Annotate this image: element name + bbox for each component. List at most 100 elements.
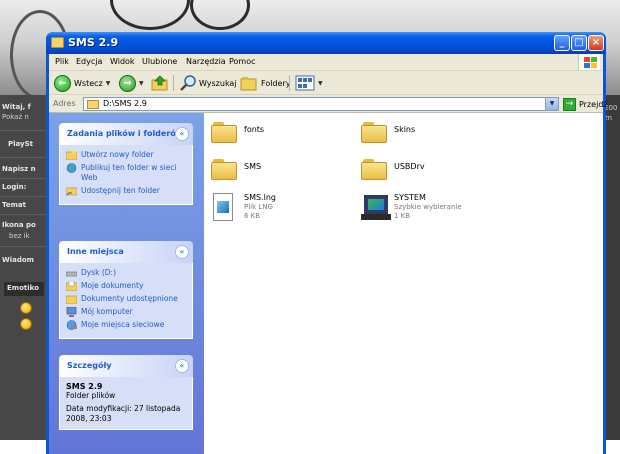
other-places-title: Inne miejsca: [67, 247, 124, 256]
back-arrow-icon: ←: [54, 74, 71, 92]
chevron-down-icon[interactable]: ▼: [545, 98, 558, 110]
address-input[interactable]: D:\SMS 2.9 ▼: [83, 97, 559, 111]
folder-icon: [211, 158, 237, 180]
title-bar[interactable]: SMS 2.9 _ □ ×: [46, 32, 606, 54]
chevron-down-icon[interactable]: ▼: [139, 80, 144, 87]
folder-item-sms[interactable]: SMS: [211, 156, 361, 192]
details-header[interactable]: Szczegóły «: [59, 355, 193, 377]
collapse-icon[interactable]: «: [175, 359, 189, 373]
folder-icon: [361, 158, 387, 180]
windows-logo-icon: [578, 54, 600, 70]
bg-text-playstation[interactable]: PlaySt: [0, 140, 46, 148]
menu-bar: Plik Edycja Widok Ulubione Narzędzia Pom…: [49, 54, 603, 71]
bg-text-write: Napisz n: [2, 165, 36, 173]
forward-button[interactable]: → ▼: [119, 74, 144, 92]
shared-folder-icon: [66, 295, 77, 304]
folder-icon: [361, 121, 387, 143]
details-name: SMS 2.9: [66, 382, 103, 391]
task-share-folder[interactable]: Udostępnij ten folder: [66, 186, 186, 196]
collapse-icon[interactable]: «: [175, 127, 189, 141]
menu-favorites[interactable]: Ulubione: [142, 57, 177, 66]
bg-text-icon: Ikona po: [2, 221, 36, 229]
file-name: SMS: [244, 162, 262, 171]
details-panel: Szczegóły « SMS 2.9 Folder plików Data m…: [59, 355, 193, 430]
folder-item-skins[interactable]: Skins: [361, 119, 511, 155]
bg-text-show: Pokaż n: [2, 113, 29, 121]
place-my-computer[interactable]: Mój komputer: [66, 307, 186, 317]
place-my-documents[interactable]: Moje dokumenty: [66, 281, 186, 291]
place-shared-documents[interactable]: Dokumenty udostępnione: [66, 294, 186, 304]
toolbar: ← Wstecz ▼ → ▼ Wyszukaj Foldery ▼: [49, 71, 603, 95]
folder-item-usbdrv[interactable]: USBDrv: [361, 156, 511, 192]
document-icon: [213, 193, 233, 221]
file-tasks-panel: Zadania plików i folderów « Utwórz nowy …: [59, 123, 193, 205]
share-folder-icon: [66, 187, 77, 196]
collapse-icon[interactable]: «: [175, 245, 189, 259]
search-button[interactable]: Wyszukaj: [179, 74, 237, 92]
up-folder-button[interactable]: [151, 74, 169, 92]
folders-button[interactable]: Foldery: [240, 74, 290, 92]
menu-tools[interactable]: Narzędzia: [186, 57, 226, 66]
file-name: Skins: [394, 125, 416, 134]
computer-shortcut-icon: [361, 193, 391, 221]
go-label: Przejdź: [579, 99, 608, 109]
up-folder-icon: [151, 75, 168, 91]
smiley-icon[interactable]: [20, 318, 32, 330]
search-label: Wyszukaj: [199, 78, 237, 88]
network-icon: [66, 320, 77, 330]
go-button[interactable]: → Przejdź: [563, 97, 608, 111]
file-name: fonts: [244, 125, 265, 134]
task-publish-web[interactable]: Publikuj ten folder w sieci Web: [66, 163, 186, 183]
menu-file[interactable]: Plik: [55, 57, 69, 66]
file-name: SMS.lng: [244, 193, 276, 202]
other-places-panel: Inne miejsca « Dysk (D:) Moje dokumenty …: [59, 241, 193, 339]
computer-icon: [66, 307, 77, 317]
details-type: Folder plików: [66, 391, 116, 400]
window-title: SMS 2.9: [68, 36, 119, 49]
folder-item-fonts[interactable]: fonts: [211, 119, 361, 155]
task-new-folder[interactable]: Utwórz nowy folder: [66, 150, 186, 160]
explorer-window: SMS 2.9 _ □ × Plik Edycja Widok Ulubione…: [46, 32, 608, 454]
menu-view[interactable]: Widok: [110, 57, 135, 66]
documents-folder-icon: [66, 281, 77, 291]
folder-icon: [51, 37, 64, 48]
file-type: Szybkie wybieranie: [394, 203, 462, 211]
bg-emoticons-label: Emotiko: [4, 282, 44, 296]
address-value: D:\SMS 2.9: [103, 99, 147, 108]
file-name: USBDrv: [394, 162, 425, 171]
smiley-icon[interactable]: [20, 302, 32, 314]
task-pane: Zadania plików i folderów « Utwórz nowy …: [49, 113, 204, 454]
back-button[interactable]: ← Wstecz ▼: [54, 74, 110, 92]
address-bar: Adres D:\SMS 2.9 ▼ → Przejdź: [49, 95, 608, 113]
details-modified: Data modyfikacji: 27 listopada 2008, 23:…: [66, 404, 181, 423]
file-size: 6 KB: [244, 212, 261, 220]
views-button[interactable]: ▼: [295, 74, 323, 92]
menu-edit[interactable]: Edycja: [76, 57, 102, 66]
details-title: Szczegóły: [67, 361, 112, 370]
place-network[interactable]: Moje miejsca sieciowe: [66, 320, 186, 330]
bg-text-login: Login:: [2, 183, 27, 191]
place-drive-d[interactable]: Dysk (D:): [66, 268, 186, 278]
address-label: Adres: [53, 99, 76, 108]
bg-text-no-icon: bez ik: [9, 232, 30, 240]
file-item-sms-lng[interactable]: SMS.lng Plik LNG 6 KB: [211, 193, 361, 229]
bg-text-welcome: Witaj, f: [2, 103, 31, 111]
new-folder-icon: [66, 150, 77, 160]
maximize-button[interactable]: □: [571, 35, 587, 51]
file-type: Plik LNG: [244, 203, 273, 211]
file-list: fonts Skins SMS USBDrv SMS.lng Plik LNG …: [204, 113, 603, 454]
chevron-down-icon[interactable]: ▼: [106, 80, 111, 87]
file-tasks-header[interactable]: Zadania plików i folderów «: [59, 123, 193, 145]
bg-text-subject: Temat: [2, 201, 26, 209]
file-tasks-title: Zadania plików i folderów: [67, 129, 184, 138]
menu-help[interactable]: Pomoc: [229, 57, 256, 66]
file-size: 1 KB: [394, 212, 411, 220]
drive-icon: [66, 271, 77, 277]
other-places-header[interactable]: Inne miejsca «: [59, 241, 193, 263]
chevron-down-icon[interactable]: ▼: [318, 80, 323, 87]
file-item-system[interactable]: SYSTEM Szybkie wybieranie 1 KB: [361, 193, 511, 229]
folder-icon: [87, 100, 99, 109]
minimize-button[interactable]: _: [554, 35, 570, 51]
folder-icon: [211, 121, 237, 143]
close-button[interactable]: ×: [588, 35, 604, 51]
